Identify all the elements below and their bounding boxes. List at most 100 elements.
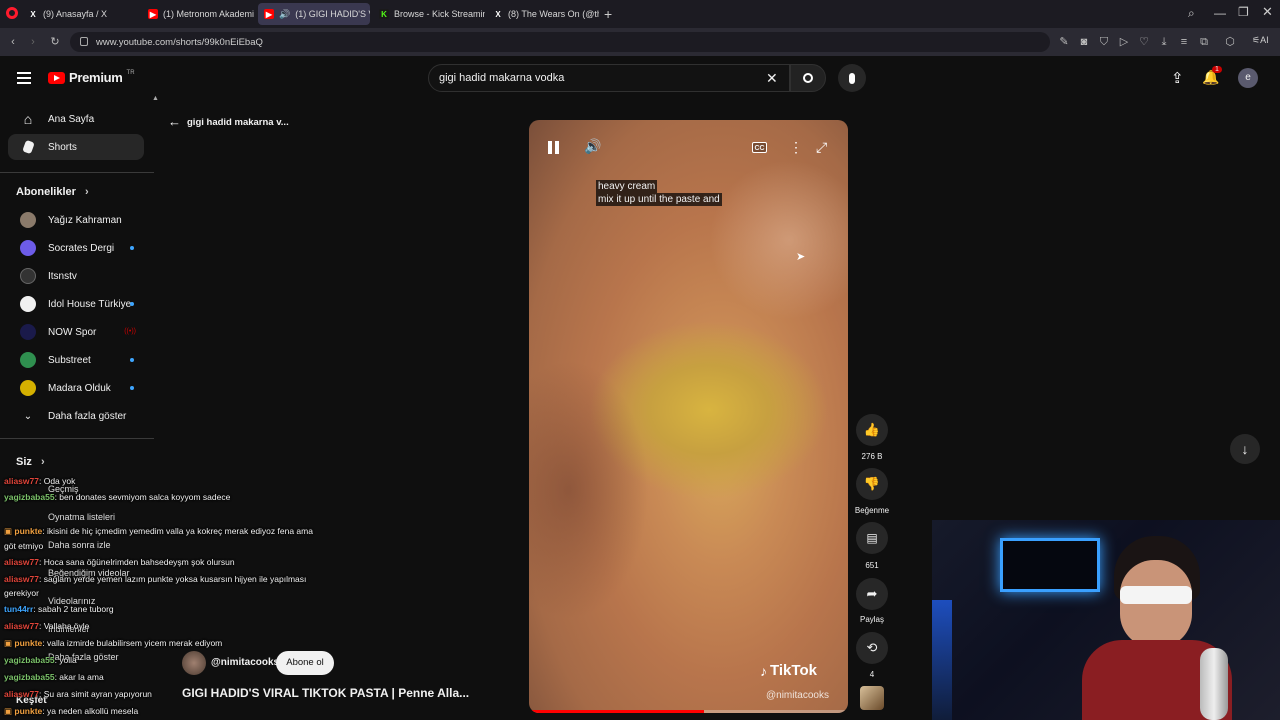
chat-message: ▣ punkte: ya neden alkollü mesela [4,706,139,716]
search-input-value: gigi hadid makarna vodka [439,72,565,84]
dislike-button[interactable]: 👎 [856,468,888,500]
channel-avatar [20,352,36,368]
sidebar-item-label: Madara Olduk [48,382,111,394]
pause-icon[interactable] [548,141,560,154]
search-input[interactable]: gigi hadid makarna vodka [428,64,790,92]
badge-icon: ▣ [4,526,15,536]
tiktok-logo-icon: ♪ [760,662,767,679]
webcam-person-face [1120,560,1192,648]
youtube-play-icon [48,71,65,84]
aria-ai-button[interactable]: ⚟AI [1252,35,1269,46]
sidebar-item-sub[interactable]: Itsnstv [8,263,144,289]
back-button[interactable]: ← [168,114,181,129]
sidebar-item-home[interactable]: ⌂ Ana Sayfa [8,106,144,132]
ai-icon: ⚟ [1252,35,1261,45]
sidebar-item-watch-later[interactable]: Daha sonra izle [48,540,111,550]
hamburger-menu-icon[interactable] [17,72,31,84]
search-button[interactable] [790,64,826,92]
captions-icon[interactable]: CC [752,142,767,153]
video-progress-fill [529,710,705,713]
channel-avatar [20,268,36,284]
tab-wears-on[interactable]: X (8) The Wears On (@thew [487,3,599,25]
sidebar-item-playlists[interactable]: Oynatma listeleri [48,512,115,522]
play-icon[interactable]: ▷ [1117,35,1131,49]
close-window-icon[interactable]: ✕ [1262,4,1273,20]
sidebar-item-shorts[interactable]: Shorts [8,134,144,160]
remix-button[interactable]: ⟲ [856,632,888,664]
share-label: Paylaş [859,615,884,624]
heart-icon[interactable]: ♡ [1137,35,1151,49]
download-icon[interactable]: ⤓ [1157,35,1171,49]
thumbs-up-icon: 👍 [863,422,881,437]
next-short-button[interactable]: ↓ [1230,434,1260,464]
subscriptions-header[interactable]: Abonelikler › [16,186,89,198]
comment-icon: ▤ [866,531,878,545]
tab-label: (9) Anasayfa / X [43,9,108,19]
more-options-icon[interactable]: ⋮ [789,139,803,156]
new-tab-button[interactable]: + [604,6,612,22]
clear-search-icon[interactable]: ✕ [766,70,778,87]
sidebar-item-sub[interactable]: NOW Spor ((•)) [8,319,144,345]
notifications-button[interactable]: 🔔 1 [1202,66,1222,87]
sidebar-item-label: Substreet [48,354,91,366]
chat-message: tun44rr: sabah 2 tane tuborg [4,604,114,614]
sidebar-item-sub[interactable]: Idol House Türkiye [8,291,144,317]
share-icon: ➦ [866,586,878,601]
search-tabs-icon[interactable]: ⌕ [1188,6,1195,21]
youtube-icon: ▶ [148,9,158,19]
chevron-right-icon: › [40,456,45,468]
lock-icon [80,37,88,46]
sidebar-item-sub[interactable]: Substreet [8,347,144,373]
maximize-icon[interactable]: ❐ [1238,5,1249,19]
badge-icon: ▣ [4,706,15,716]
fullscreen-icon[interactable]: ⤢ [816,139,827,156]
youtube-logo[interactable]: Premium TR [48,70,135,85]
video-progress-bar[interactable] [529,710,848,713]
tab-metronom[interactable]: ▶ (1) Metronom Akademi - [142,3,256,25]
sidebar-collapse-arrow[interactable]: ▲ [152,95,159,102]
channel-name[interactable]: @nimitacooks [211,657,279,668]
cube-icon[interactable]: ⬡ [1223,35,1237,49]
extensions-icon[interactable]: ⧉ [1197,35,1211,49]
you-section-header[interactable]: Siz › [16,456,45,468]
share-button[interactable]: ➦ [856,578,888,610]
sidebar-item-sub[interactable]: Madara Olduk [8,375,144,401]
tab-gigi-hadid[interactable]: ▶ 🔊 (1) GIGI HADID'S VIRA [258,3,370,25]
voice-search-button[interactable] [838,64,866,92]
like-button[interactable]: 👍 [856,414,888,446]
reload-icon[interactable]: ↻ [48,35,62,49]
address-bar[interactable]: www.youtube.com/shorts/99k0nEiEbaQ [70,32,1050,52]
sidebar-item-sub[interactable]: Socrates Dergi [8,235,144,261]
tab-x-home[interactable]: X (9) Anasayfa / X [22,3,140,25]
subscribe-button[interactable]: Abone ol [276,651,334,675]
comments-button[interactable]: ▤ [856,522,888,554]
chat-message: aliasw77: Şu ara simit ayran yapıyorun [4,689,152,699]
logo-suffix: TR [126,70,135,76]
opera-logo-icon[interactable] [6,7,18,19]
channel-avatar[interactable] [182,651,206,675]
short-video-player[interactable] [529,120,848,713]
notification-badge: 1 [1212,66,1222,73]
minimize-icon[interactable]: — [1214,6,1226,20]
show-more-button[interactable]: ⌄ Daha fazla göster [8,403,144,429]
camera-icon[interactable]: ◙ [1077,35,1091,49]
you-title: Siz [16,456,32,468]
volume-icon[interactable]: 🔊 [584,138,601,155]
edit-icon[interactable]: ✎ [1057,35,1071,49]
menu-icon[interactable]: ≡ [1177,35,1191,49]
forward-arrow-icon[interactable]: › [26,35,40,49]
shorts-icon [8,139,48,155]
like-count: 276 B [861,452,883,461]
tiktok-handle: @nimitacooks [766,690,829,701]
avatar[interactable]: e [1238,68,1258,88]
back-arrow-icon[interactable]: ‹ [6,35,20,49]
sidebar-item-sub[interactable]: Yağız Kahraman [8,207,144,233]
upload-icon[interactable]: ⇪ [1171,69,1184,87]
shield-icon[interactable]: ⛉ [1097,35,1111,49]
tab-kick[interactable]: K Browse - Kick Streaming [373,3,485,25]
avatar-letter: e [1245,72,1251,83]
tab-label: Browse - Kick Streaming [394,9,485,19]
audio-thumbnail[interactable] [860,686,884,710]
remix-count: 4 [869,670,875,679]
chevron-down-icon: ⌄ [23,410,33,422]
